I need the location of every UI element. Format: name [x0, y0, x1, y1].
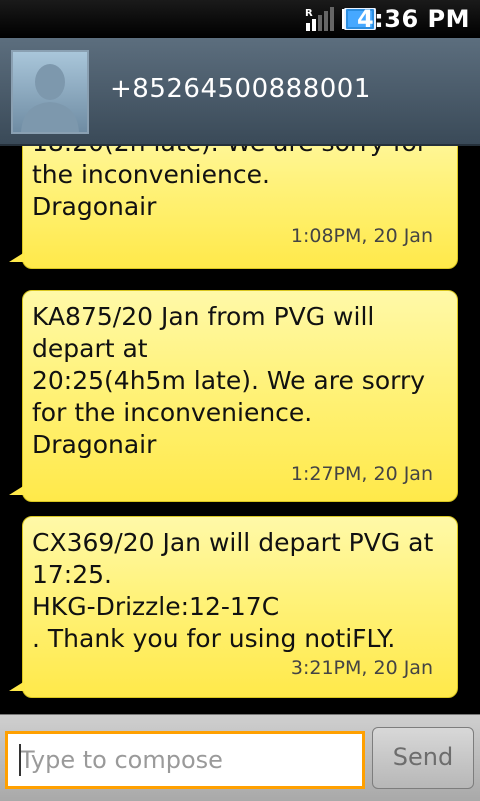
- text-cursor: [19, 744, 21, 776]
- message-text: KA875/20 Jan from PVG will depart at 20:…: [32, 302, 426, 459]
- message-timestamp: 3:21PM, 20 Jan: [290, 657, 433, 679]
- message-timestamp: 1:08PM, 20 Jan: [290, 225, 433, 247]
- svg-text:R: R: [305, 8, 313, 19]
- message-bubble[interactable]: CX369/20 Jan will depart PVG at 17:25. H…: [9, 516, 458, 698]
- message-list[interactable]: 18:20(2h late). We are sorry for the inc…: [0, 146, 480, 714]
- send-button[interactable]: Send: [372, 727, 474, 789]
- message-bubble[interactable]: 18:20(2h late). We are sorry for the inc…: [9, 146, 458, 269]
- contact-number: +85264500888001: [110, 74, 371, 104]
- message-bubble[interactable]: KA875/20 Jan from PVG will depart at 20:…: [9, 290, 458, 502]
- clock: 4:36 PM: [356, 5, 470, 33]
- default-contact-avatar-icon[interactable]: [11, 50, 89, 134]
- signal-bars-icon: R: [305, 7, 334, 31]
- conversation-header: +85264500888001: [0, 38, 480, 146]
- compose-bar: Send: [0, 714, 480, 801]
- message-text: CX369/20 Jan will depart PVG at 17:25. H…: [32, 528, 434, 653]
- message-timestamp: 1:27PM, 20 Jan: [290, 463, 433, 485]
- status-bar: R 4:36 PM: [0, 0, 480, 38]
- compose-input[interactable]: [5, 731, 365, 789]
- message-text: 18:20(2h late). We are sorry for the inc…: [32, 146, 427, 221]
